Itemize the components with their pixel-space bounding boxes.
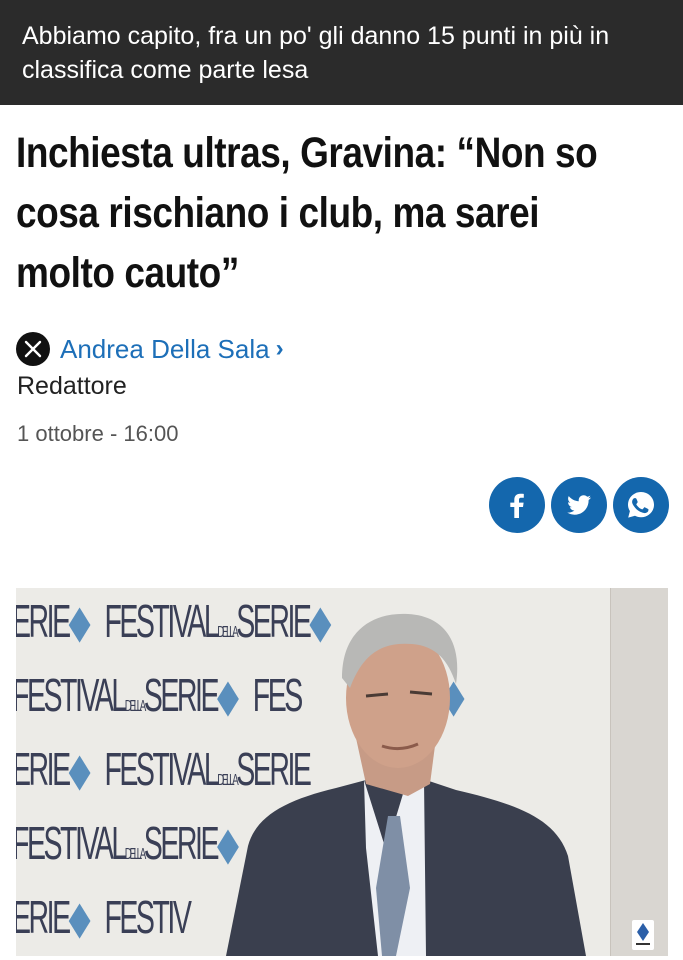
headline-line: cosa rischiano i club, ma sarei	[16, 189, 540, 237]
x-logo-icon[interactable]	[16, 332, 50, 366]
article-headline: Inchiesta ultras, Gravina: “Non so cosa …	[16, 123, 670, 303]
whatsapp-share-button[interactable]	[613, 477, 669, 533]
whatsapp-icon	[628, 492, 654, 518]
author-role: Redattore	[17, 372, 127, 400]
facebook-share-button[interactable]	[489, 477, 545, 533]
article-photo: ERIE◆ FESTIVALDELLASERIE◆ FESTIVALDELLAS…	[16, 588, 668, 956]
headline-line: molto cauto”	[16, 249, 239, 297]
person-figure	[226, 613, 586, 956]
share-buttons	[489, 477, 669, 533]
twitter-share-button[interactable]	[551, 477, 607, 533]
comment-text: Abbiamo capito, fra un po' gli danno 15 …	[22, 22, 610, 84]
article: Inchiesta ultras, Gravina: “Non so cosa …	[0, 105, 683, 960]
publish-date: 1 ottobre - 16:00	[17, 421, 179, 446]
author-name: Andrea Della Sala	[60, 333, 270, 364]
author-link[interactable]: Andrea Della Sala ›	[60, 334, 284, 365]
author-row[interactable]: Andrea Della Sala ›	[16, 330, 284, 368]
comment-banner: Abbiamo capito, fra un po' gli danno 15 …	[0, 0, 683, 105]
headline-line: Inchiesta ultras, Gravina: “Non so	[16, 129, 598, 177]
facebook-icon	[510, 493, 524, 518]
twitter-icon	[567, 495, 591, 515]
chevron-right-icon: ›	[275, 335, 284, 362]
serie-a-logo	[632, 920, 654, 950]
